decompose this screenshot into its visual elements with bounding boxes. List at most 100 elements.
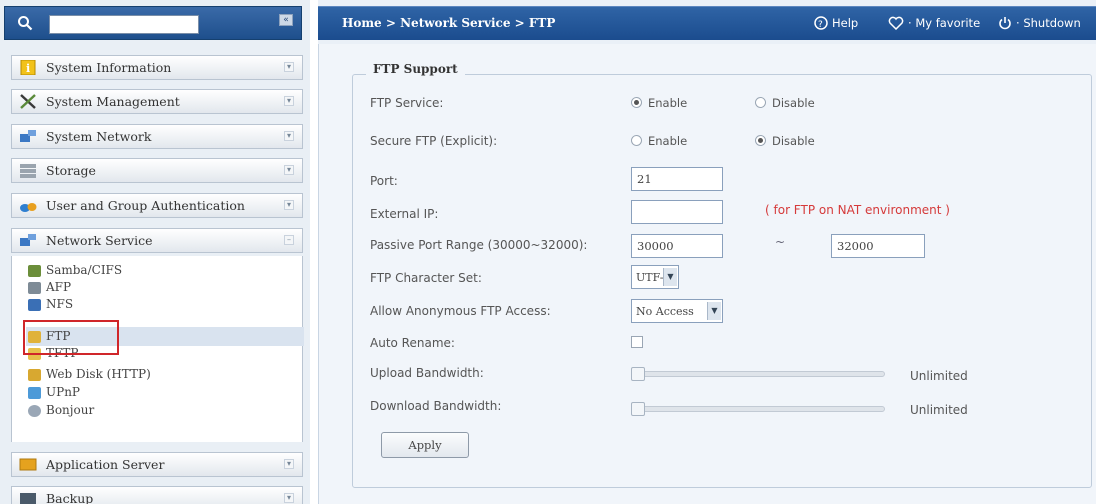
passive-range-from-input[interactable]: 30000: [631, 234, 723, 258]
expand-icon[interactable]: ▾: [284, 96, 294, 106]
help-label: Help: [832, 16, 859, 30]
anonymous-access-select[interactable]: No Access ▼: [631, 299, 723, 323]
content-panel: FTP Support FTP Service: Enable Disable …: [318, 44, 1096, 504]
bonjour-icon: [28, 405, 41, 417]
menu-system-network[interactable]: System Network ▾: [11, 124, 303, 149]
download-bandwidth-slider[interactable]: [631, 406, 885, 412]
chevron-down-icon: ▼: [707, 302, 721, 320]
shutdown-link[interactable]: · Shutdown: [998, 16, 1081, 30]
submenu-item-samba[interactable]: Samba/CIFS: [26, 262, 122, 279]
menu-backup[interactable]: Backup ▾: [11, 486, 303, 504]
radio-label: Enable: [648, 134, 688, 148]
storage-icon: [20, 164, 36, 178]
apply-button[interactable]: Apply: [381, 432, 469, 458]
network-service-icon: [20, 234, 36, 246]
expand-icon[interactable]: ▾: [284, 62, 294, 72]
menu-label: Storage: [46, 163, 96, 178]
menu-user-group-authentication[interactable]: User and Group Authentication ▾: [11, 193, 303, 218]
submenu-item-nfs[interactable]: NFS: [26, 296, 73, 313]
auto-rename-checkbox[interactable]: [631, 336, 643, 348]
charset-select[interactable]: UTF-8 ▼: [631, 265, 679, 289]
range-separator: ~: [775, 235, 786, 249]
secure-ftp-label: Secure FTP (Explicit):: [370, 134, 498, 148]
power-icon: [999, 17, 1011, 30]
submenu-item-upnp[interactable]: UPnP: [26, 384, 80, 401]
port-label: Port:: [370, 174, 398, 188]
afp-icon: [28, 282, 41, 294]
submenu-label: Samba/CIFS: [46, 263, 123, 277]
fieldset-legend: FTP Support: [366, 62, 465, 76]
menu-label: User and Group Authentication: [46, 198, 245, 213]
menu-storage[interactable]: Storage ▾: [11, 158, 303, 183]
chevron-down-icon: ▼: [663, 268, 677, 286]
help-link[interactable]: ? Help: [814, 16, 858, 30]
external-ip-label: External IP:: [370, 207, 439, 221]
submenu-label: AFP: [46, 280, 72, 294]
secure-ftp-enable-radio[interactable]: Enable: [631, 134, 687, 148]
download-bandwidth-value: Unlimited: [910, 403, 968, 417]
menu-label: System Management: [46, 94, 180, 109]
menu-network-service[interactable]: Network Service –: [11, 228, 303, 253]
radio-dot: [755, 97, 766, 108]
port-input[interactable]: 21: [631, 167, 723, 191]
menu-label: System Information: [46, 60, 172, 75]
expand-icon[interactable]: ▾: [284, 200, 294, 210]
ftp-service-disable-radio[interactable]: Disable: [755, 96, 815, 110]
collapse-icon[interactable]: –: [284, 235, 294, 245]
external-ip-input[interactable]: [631, 200, 723, 224]
charset-label: FTP Character Set:: [370, 271, 482, 285]
main-area: Home > Network Service > FTP ? Help · My …: [318, 0, 1096, 504]
users-icon: [20, 203, 37, 212]
samba-icon: [28, 265, 41, 277]
menu-label: System Network: [46, 129, 152, 144]
menu-application-server[interactable]: Application Server ▾: [11, 452, 303, 477]
topbar: Home > Network Service > FTP ? Help · My …: [318, 6, 1096, 40]
upload-bandwidth-label: Upload Bandwidth:: [370, 366, 484, 380]
expand-icon[interactable]: ▾: [284, 459, 294, 469]
upload-bandwidth-slider[interactable]: [631, 371, 885, 377]
help-icon: ?: [814, 16, 828, 30]
upload-bandwidth-value: Unlimited: [910, 369, 968, 383]
app-server-icon: [19, 458, 37, 471]
favorite-label: My favorite: [915, 16, 981, 30]
passive-range-to-input[interactable]: 32000: [831, 234, 925, 258]
ftp-service-enable-radio[interactable]: Enable: [631, 96, 687, 110]
auto-rename-label: Auto Rename:: [370, 336, 455, 350]
collapse-sidebar-button[interactable]: «: [279, 14, 293, 26]
search-icon[interactable]: [17, 15, 33, 31]
menu-system-information[interactable]: i System Information ▾: [11, 55, 303, 80]
my-favorite-link[interactable]: · My favorite: [888, 16, 980, 30]
sidebar: « i System Information ▾ System Manageme…: [0, 0, 310, 504]
radio-label: Disable: [772, 96, 815, 110]
svg-text:i: i: [26, 62, 30, 75]
passive-range-label: Passive Port Range (30000~32000):: [370, 238, 588, 252]
expand-icon[interactable]: ▾: [284, 493, 294, 503]
download-slider-thumb[interactable]: [631, 402, 645, 416]
menu-label: Backup: [46, 491, 94, 504]
shutdown-label: Shutdown: [1023, 16, 1081, 30]
upload-slider-thumb[interactable]: [631, 367, 645, 381]
menu-label: Network Service: [46, 233, 153, 248]
submenu-item-bonjour[interactable]: Bonjour: [26, 402, 94, 419]
backup-icon: [20, 493, 36, 504]
upnp-icon: [28, 387, 41, 399]
submenu-label: Bonjour: [46, 403, 95, 417]
submenu-item-afp[interactable]: AFP: [26, 279, 71, 296]
expand-icon[interactable]: ▾: [284, 165, 294, 175]
secure-ftp-disable-radio[interactable]: Disable: [755, 134, 815, 148]
menu-label: Application Server: [46, 457, 165, 472]
expand-icon[interactable]: ▾: [284, 131, 294, 141]
search-bar: «: [4, 6, 302, 40]
info-icon: i: [20, 60, 36, 75]
select-value: No Access: [636, 305, 694, 318]
search-input[interactable]: [49, 15, 199, 34]
submenu-item-webdisk[interactable]: Web Disk (HTTP): [26, 366, 151, 383]
menu-system-management[interactable]: System Management ▾: [11, 89, 303, 114]
submenu-label: NFS: [46, 297, 74, 311]
submenu-label: Web Disk (HTTP): [46, 367, 151, 381]
breadcrumb: Home > Network Service > FTP: [342, 16, 556, 30]
tools-icon: [20, 94, 36, 109]
radio-label: Enable: [648, 96, 688, 110]
heart-icon: [888, 16, 904, 30]
svg-text:?: ?: [818, 20, 823, 30]
